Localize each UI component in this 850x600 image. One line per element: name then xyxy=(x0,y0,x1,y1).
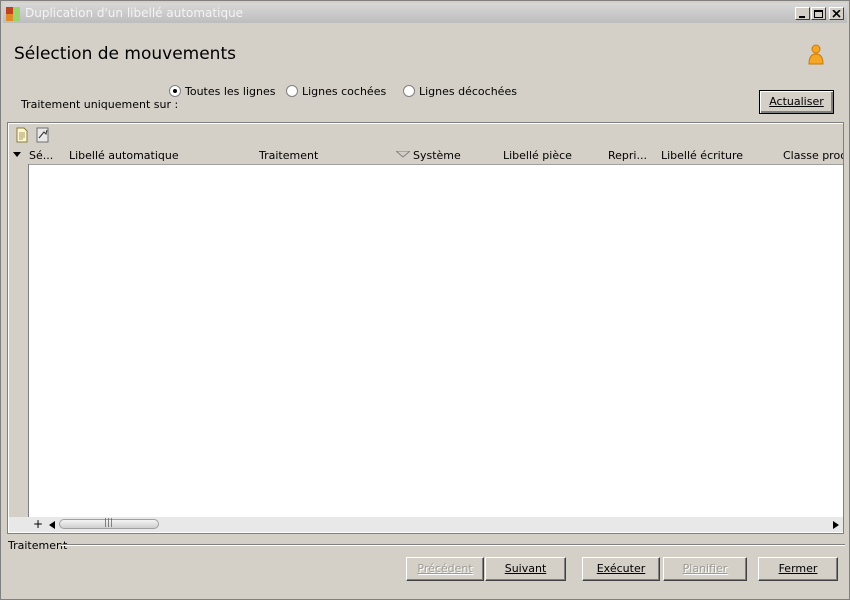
sort-arrow-icon xyxy=(396,151,410,158)
column-header-entry-label[interactable]: Libellé écriture xyxy=(661,149,776,162)
close-button[interactable]: Fermer xyxy=(758,557,838,581)
column-menu-icon[interactable] xyxy=(13,152,21,158)
scroll-thumb[interactable]: ||| xyxy=(59,518,159,529)
user-icon[interactable] xyxy=(807,44,825,66)
scope-label: Traitement uniquement sur : xyxy=(21,98,179,111)
status-label: Traitement xyxy=(8,539,68,552)
add-row-button[interactable]: + xyxy=(33,517,43,531)
next-button[interactable]: Suivant xyxy=(485,557,566,581)
maximize-button[interactable] xyxy=(811,7,826,20)
export-icon[interactable] xyxy=(35,127,51,143)
column-header-recovery[interactable]: Repri... xyxy=(608,149,653,162)
main-window: Duplication d'un libellé automatique Sél… xyxy=(0,0,850,600)
column-header-treatment[interactable]: Traitement xyxy=(259,149,389,162)
grid-header: Sé... Libellé automatique Traitement Sys… xyxy=(9,146,843,165)
row-selector-column xyxy=(9,164,29,517)
window-title: Duplication d'un libellé automatique xyxy=(25,6,244,20)
radio-button[interactable] xyxy=(403,85,415,97)
maximize-icon xyxy=(814,10,823,18)
scroll-right-icon[interactable] xyxy=(833,521,839,529)
schedule-button[interactable]: Planifier xyxy=(663,557,747,581)
scroll-thumb-grip: ||| xyxy=(104,518,114,528)
app-icon xyxy=(6,7,20,21)
previous-button[interactable]: Précédent xyxy=(406,557,484,581)
scroll-left-icon[interactable] xyxy=(49,521,55,529)
column-header-process-class[interactable]: Classe proce xyxy=(783,149,843,162)
column-header-selection[interactable]: Sé... xyxy=(29,149,59,162)
close-window-button[interactable] xyxy=(829,7,844,20)
radio-label: Lignes cochées xyxy=(302,85,387,98)
radio-label: Toutes les lignes xyxy=(185,85,276,98)
movements-grid: Sé... Libellé automatique Traitement Sys… xyxy=(7,122,844,534)
radio-button[interactable] xyxy=(169,85,181,97)
column-header-document-label[interactable]: Libellé pièce xyxy=(503,149,603,162)
minimize-button[interactable] xyxy=(795,7,810,20)
page-title: Sélection de mouvements xyxy=(14,44,236,64)
refresh-button[interactable]: Actualiser xyxy=(759,90,834,114)
column-header-system[interactable]: Système xyxy=(413,149,498,162)
column-header-auto-label[interactable]: Libellé automatique xyxy=(69,149,249,162)
radio-label: Lignes décochées xyxy=(419,85,517,98)
execute-button[interactable]: Exécuter xyxy=(582,557,660,581)
radio-button[interactable] xyxy=(286,85,298,97)
horizontal-scrollbar[interactable]: + ||| xyxy=(9,517,843,532)
minimize-icon xyxy=(799,16,805,18)
close-icon xyxy=(832,10,841,18)
new-document-icon[interactable] xyxy=(14,127,30,143)
title-bar[interactable]: Duplication d'un libellé automatique xyxy=(3,3,847,23)
grid-toolbar xyxy=(9,124,843,146)
status-divider xyxy=(61,544,845,546)
